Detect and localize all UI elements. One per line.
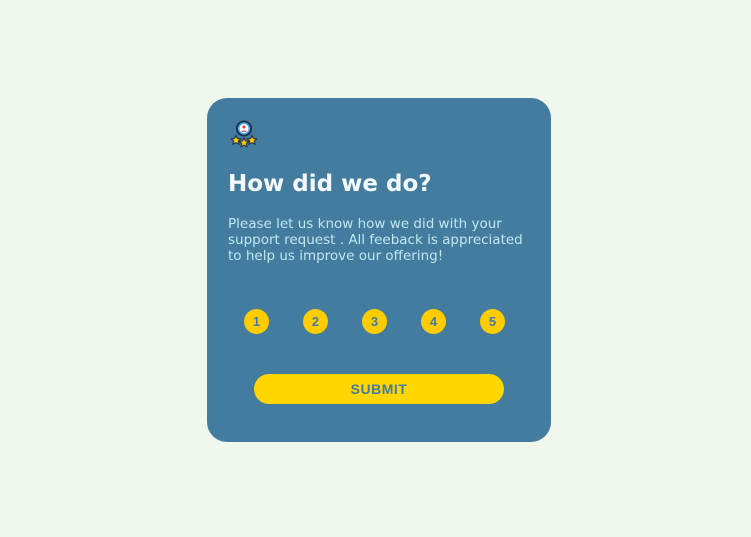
rating-option-4[interactable]: 4 xyxy=(421,309,446,334)
card-description: Please let us know how we did with your … xyxy=(228,216,523,264)
rating-options: 1 2 3 4 5 xyxy=(244,309,508,334)
submit-button[interactable]: SUBMIT xyxy=(254,374,504,404)
rating-option-3[interactable]: 3 xyxy=(362,309,387,334)
card-title: How did we do? xyxy=(228,171,432,197)
rating-option-2[interactable]: 2 xyxy=(303,309,328,334)
rating-option-5[interactable]: 5 xyxy=(480,309,505,334)
rating-option-1[interactable]: 1 xyxy=(244,309,269,334)
award-badge-icon xyxy=(228,119,260,151)
